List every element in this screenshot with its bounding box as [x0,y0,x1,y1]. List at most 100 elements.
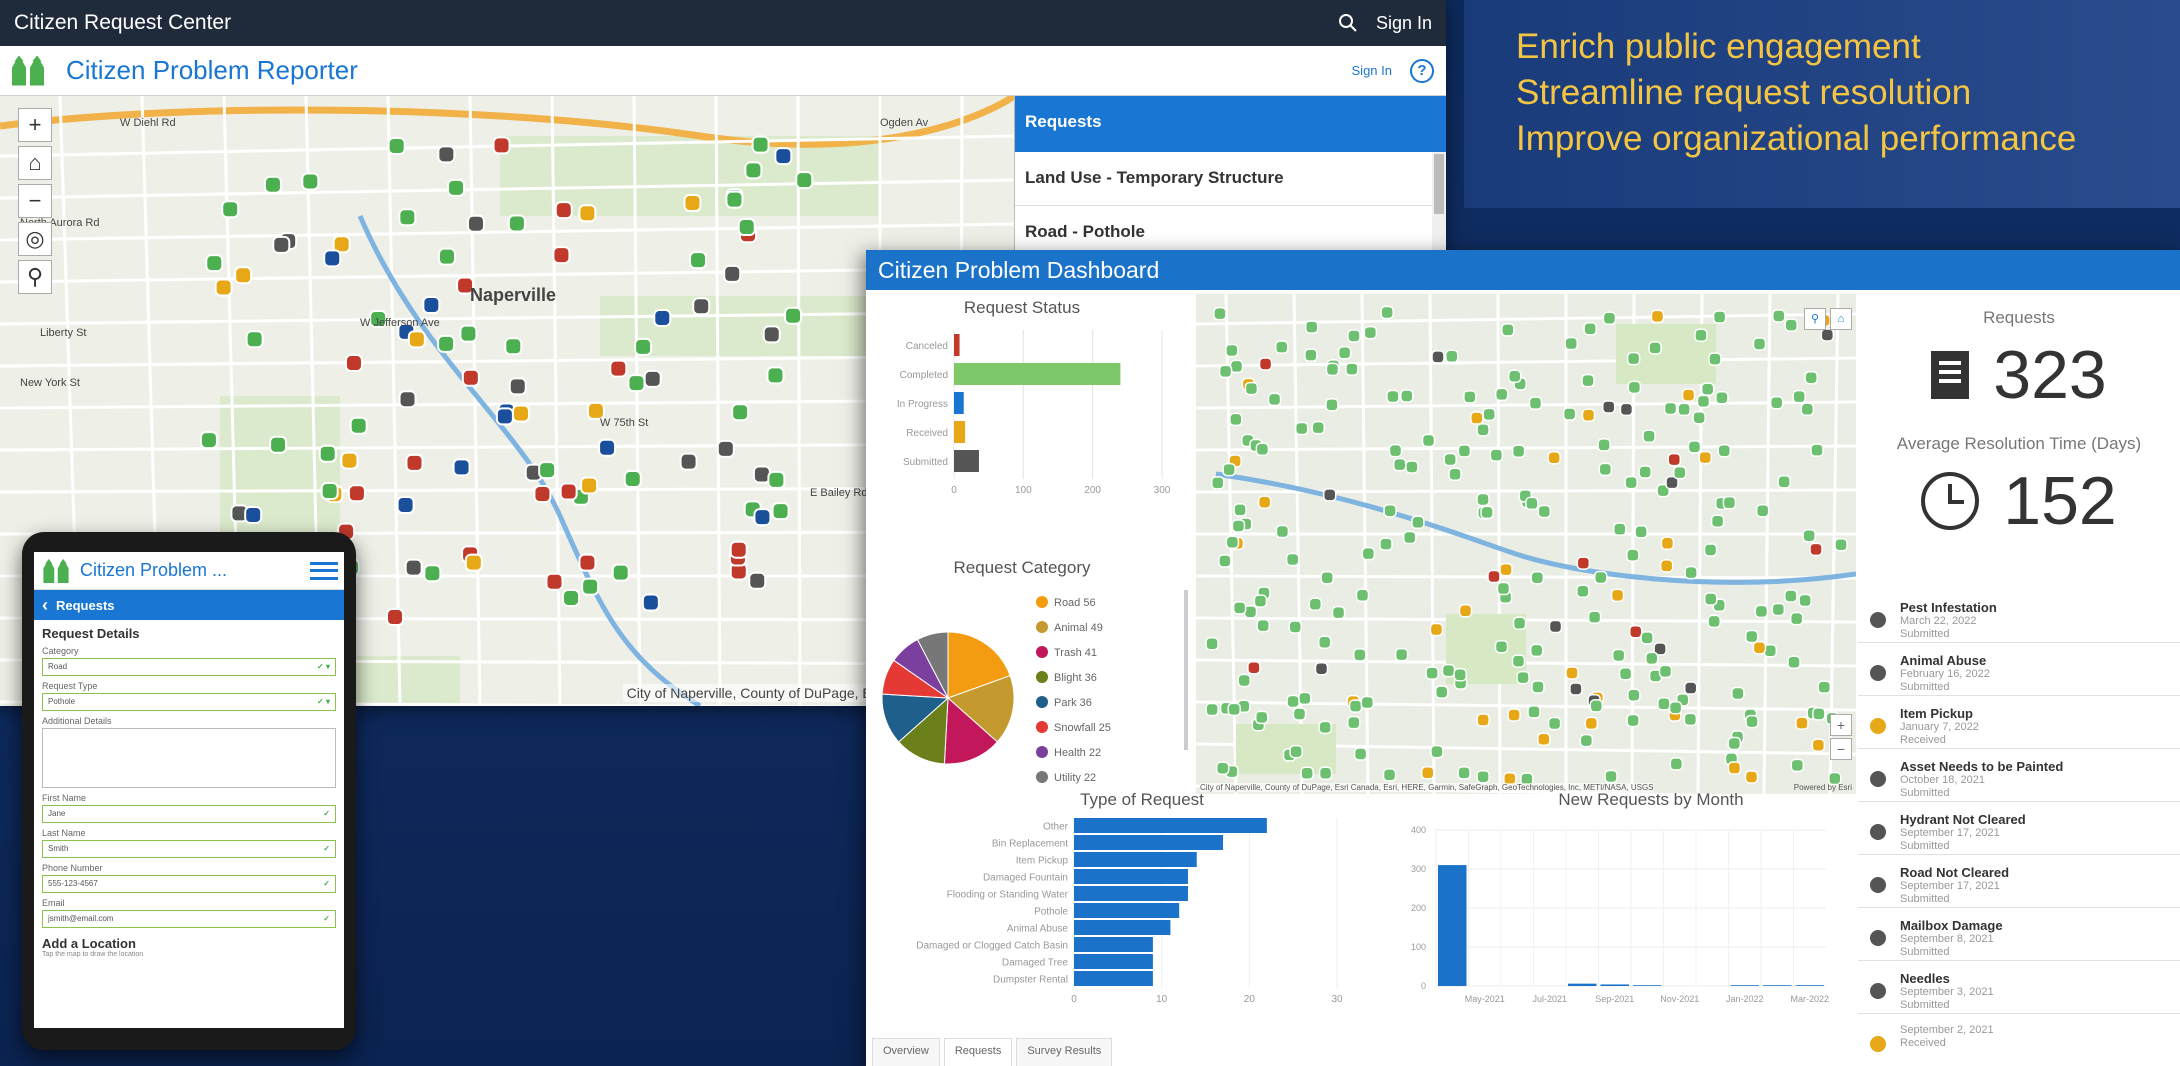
select-field[interactable]: Pothole ✓ ▾ [42,693,336,711]
request-marker [762,325,781,344]
request-marker [508,377,527,396]
request-marker [269,435,288,454]
type-of-request-chart: 0 10 20 30 Other Bin Replacement Item Pickup Da… [916,818,1343,1005]
text-field[interactable]: Jane ✓ [42,805,336,823]
request-list-item[interactable]: Hydrant Not Cleared September 17, 2021 Sub… [1858,802,2180,855]
request-list-item[interactable]: Asset Needs to be Painted October 18, 202… [1858,749,2180,802]
request-marker [1627,380,1642,395]
window-topbar: Citizen Request Center Sign In [0,0,1446,46]
street [1428,294,1436,794]
request-title: Animal Abuse [1900,653,1987,668]
tab-overview[interactable]: Overview [872,1038,940,1066]
text-field[interactable]: Smith ✓ [42,840,336,858]
text-field[interactable]: jsmith@email.com ✓ [42,910,336,928]
request-marker [461,368,480,387]
y-tick-label: 100 [1411,942,1426,952]
request-marker [1476,423,1490,437]
request-list-item[interactable]: Pest Infestation March 22, 2022 Submitted [1858,590,2180,643]
search-icon[interactable] [1338,13,1358,33]
mobile-requests-bar[interactable]: ‹ Requests [34,590,344,620]
request-marker [1628,624,1643,639]
request-marker [1494,639,1509,654]
y-tick-label: 300 [1411,864,1426,874]
map-search-icon[interactable]: ⚲ [1804,308,1826,330]
request-marker [1564,336,1579,351]
request-marker [1392,457,1407,472]
request-marker [1731,686,1745,701]
request-marker [1311,420,1326,435]
request-title: Mailbox Damage [1900,918,2003,933]
app-title: Citizen Problem Reporter [66,55,358,85]
locate-icon[interactable]: ◎ [18,222,52,256]
back-chevron-icon[interactable]: ‹ [42,596,48,614]
request-marker [679,452,698,471]
request-marker [1516,670,1530,685]
help-icon[interactable]: ? [1410,58,1434,83]
details-textarea[interactable] [42,728,336,788]
request-marker [1285,552,1300,567]
request-marker [1703,543,1718,557]
street [1496,294,1502,794]
zoom-out-button[interactable]: − [18,184,52,218]
request-marker [545,572,564,591]
requests-panel-header: Requests [1015,96,1446,152]
request-list-item[interactable]: Animal Abuse February 16, 2022 Submitted [1858,643,2180,696]
request-marker [627,374,646,393]
request-marker [1834,537,1848,552]
request-list-item[interactable]: Item Pickup January 7, 2022 Received [1858,696,2180,749]
request-date: September 17, 2021 [1900,880,2000,892]
request-marker [1755,503,1770,518]
request-marker [1347,329,1361,343]
request-marker [1320,570,1334,585]
tab-requests[interactable]: Requests [943,1038,1013,1066]
legend-label: Blight 36 [1054,672,1097,684]
request-marker [1225,535,1240,550]
request-marker [1528,396,1543,410]
tab-survey-results[interactable]: Survey Results [1016,1038,1113,1066]
request-marker [1218,364,1233,379]
request-marker [1429,622,1444,637]
map-zoom-out-button[interactable]: − [1830,738,1852,760]
home-icon[interactable]: ⌂ [18,146,52,180]
request-marker [1602,311,1617,325]
category-label: Completed [900,370,948,381]
request-status-chart: 0 100 200 300 Canceled Completed In Progress Re… [897,330,1171,496]
app-signin-link[interactable]: Sign In [1352,63,1392,78]
request-details-title: Request Details [42,626,140,641]
dashboard-map[interactable]: City of Naperville, County of DuPage, Es… [1196,294,1856,794]
legend-label: Animal 49 [1054,622,1103,634]
request-marker [1800,402,1815,417]
request-marker [1425,666,1439,680]
legend-label: Snowfall 25 [1054,722,1111,734]
map-label: New York St [20,377,80,389]
request-marker [1308,597,1323,612]
signin-link[interactable]: Sign In [1376,13,1432,34]
request-row[interactable]: Land Use - Temporary Structure [1015,152,1446,206]
select-field[interactable]: Road ✓ ▾ [42,658,336,676]
request-marker [205,254,224,273]
request-marker [504,337,523,356]
request-marker [1613,522,1627,536]
request-list-item[interactable]: September 2, 2021 Received [1858,1014,2180,1066]
request-list-item[interactable]: Mailbox Damage September 8, 2021 Submitted [1858,908,2180,961]
request-marker [1531,680,1545,694]
citizen-problem-dashboard: Citizen Problem Dashboard Request Status… [866,250,2180,1066]
request-marker [1227,702,1241,717]
map-zoom-in-button[interactable]: + [1830,714,1852,736]
menu-icon[interactable] [310,561,338,580]
request-marker [1727,761,1742,775]
request-marker [1476,713,1490,727]
text-field[interactable]: 555-123-4567 ✓ [42,875,336,893]
request-marker [581,577,600,596]
zoom-in-button[interactable]: + [18,108,52,142]
request-marker [301,172,320,191]
request-list-item[interactable]: Needles September 3, 2021 Submitted [1858,961,2180,1014]
map-home-icon[interactable]: ⌂ [1830,308,1852,330]
request-marker [1253,594,1268,608]
field-value: Smith [48,844,69,853]
request-marker [1347,715,1361,730]
request-marker [1624,475,1638,490]
search-icon[interactable]: ⚲ [18,260,52,294]
request-list-item[interactable]: Road Not Cleared September 17, 2021 Submit… [1858,855,2180,908]
request-marker [437,145,456,164]
